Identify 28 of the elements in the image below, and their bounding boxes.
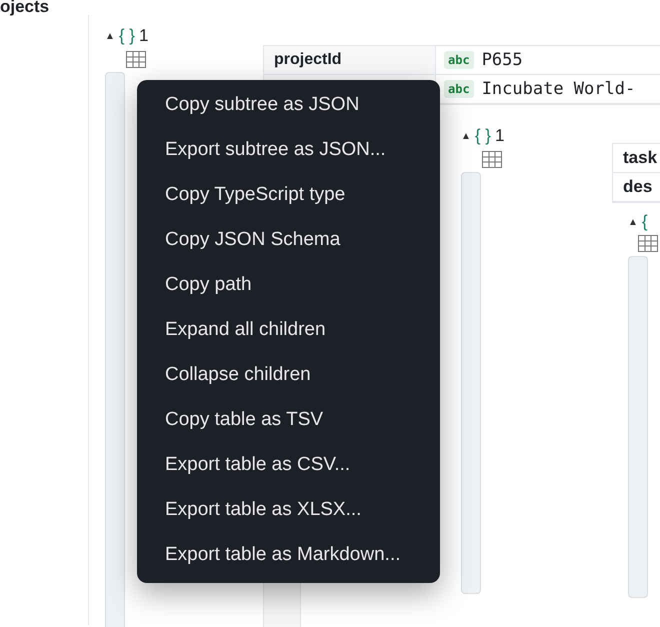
menu-item[interactable]: Export table as XLSX... (137, 487, 440, 532)
menu-item[interactable]: Copy JSON Schema (137, 217, 440, 262)
section-title: ojects (0, 0, 50, 15)
menu-item[interactable]: Collapse children (137, 352, 440, 397)
menu-item[interactable]: Copy subtree as JSON (137, 82, 440, 127)
menu-item[interactable]: Copy TypeScript type (137, 172, 440, 217)
collapse-toggle[interactable]: ▲ (628, 216, 638, 228)
menu-item[interactable]: Export table as Markdown... (137, 532, 440, 577)
type-badge: abc (444, 80, 474, 98)
table-icon[interactable] (638, 235, 658, 252)
table-icon[interactable] (126, 51, 146, 68)
type-badge: abc (444, 51, 474, 69)
menu-item[interactable]: Copy path (137, 262, 440, 307)
key-cell: projectId (264, 46, 436, 74)
object-brace: { } (474, 126, 491, 146)
menu-item[interactable]: Expand all children (137, 307, 440, 352)
menu-item[interactable]: Export table as CSV... (137, 442, 440, 487)
object-brace: { } (118, 26, 135, 46)
table-icon[interactable] (482, 151, 502, 168)
object-brace: { (642, 212, 648, 232)
menu-item[interactable]: Copy table as TSV (137, 397, 440, 442)
collapse-toggle[interactable]: ▲ (461, 130, 471, 142)
child-count: 1 (139, 26, 148, 46)
collapse-toggle[interactable]: ▲ (105, 30, 115, 42)
value-cell: P655 (482, 50, 523, 70)
value-cell: Incubate World- (482, 79, 636, 99)
child-count: 1 (495, 126, 504, 146)
menu-item[interactable]: Export subtree as JSON... (137, 127, 440, 172)
